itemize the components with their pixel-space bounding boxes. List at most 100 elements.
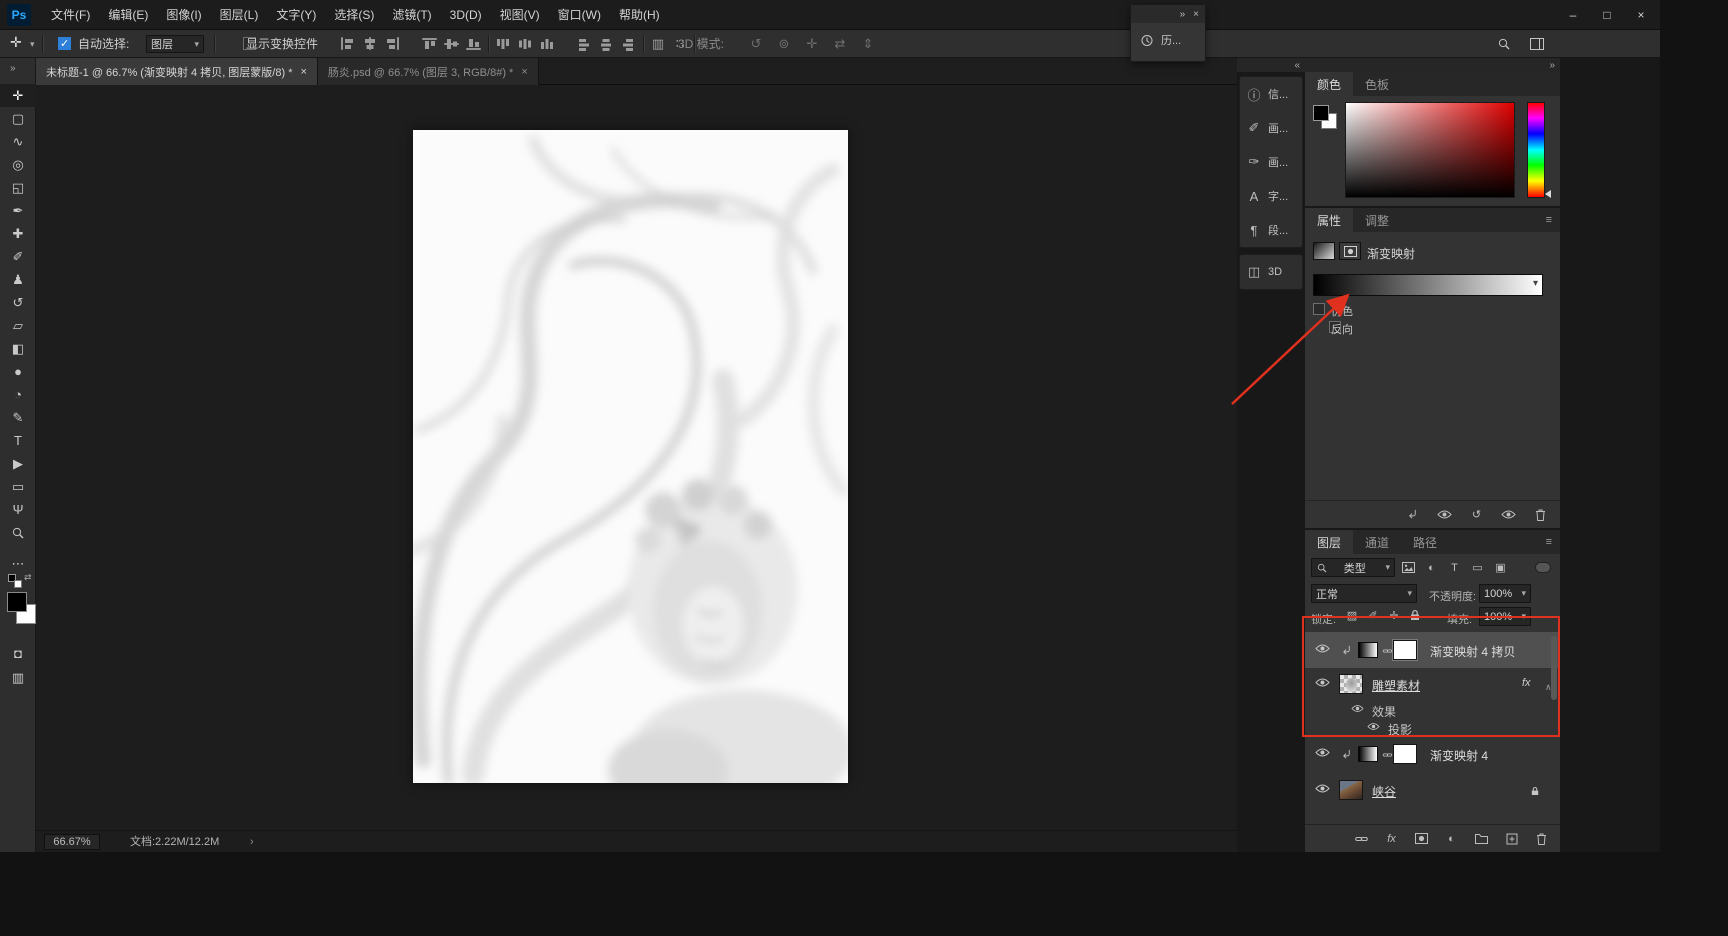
opacity-field[interactable]: 100% xyxy=(1479,584,1531,603)
layer-row-canyon[interactable]: 峡谷 xyxy=(1305,772,1560,808)
mask-link-icon[interactable] xyxy=(1382,647,1393,656)
tab-swatches[interactable]: 色板 xyxy=(1353,72,1401,96)
mini-background-swatch[interactable] xyxy=(14,580,22,588)
layer-thumbnail[interactable] xyxy=(1339,674,1363,694)
3d-scale-icon[interactable]: ⇕ xyxy=(860,34,876,54)
auto-select-target-dropdown[interactable]: 图层 xyxy=(146,35,204,53)
visibility-eye-icon[interactable] xyxy=(1315,783,1330,794)
layer-row-sculpture[interactable]: 雕塑素材 fx xyxy=(1305,668,1560,700)
3d-panel[interactable]: ◫ 3D xyxy=(1240,255,1302,289)
screen-mode-icon[interactable]: ▥ xyxy=(0,666,36,689)
close-flyout-icon[interactable]: × xyxy=(1193,9,1199,20)
layer-row-gradient-map-4[interactable]: 渐变映射 4 xyxy=(1305,736,1560,772)
document-tab-changyan[interactable]: 肠炎.psd @ 66.7% (图层 3, RGB/8#) * × xyxy=(317,58,539,85)
fill-field[interactable]: 100% xyxy=(1479,607,1531,626)
blend-mode-dropdown[interactable]: 正常 xyxy=(1311,584,1417,603)
menu-item-2[interactable]: 图像(I) xyxy=(157,0,210,30)
history-flyout-body[interactable]: 历... xyxy=(1131,23,1205,48)
zoom-tool[interactable] xyxy=(0,521,36,544)
layer-mask-thumbnail[interactable] xyxy=(1393,640,1417,660)
visibility-icon[interactable] xyxy=(1499,505,1518,524)
link-layers-icon[interactable] xyxy=(1352,829,1371,848)
adjustment-thumbnail[interactable] xyxy=(1358,746,1378,762)
new-layer-icon[interactable] xyxy=(1502,829,1521,848)
paragraph-panel[interactable]: ¶ 段... xyxy=(1240,213,1302,247)
gradient-tool[interactable]: ◧ xyxy=(0,337,36,360)
lock-all-icon[interactable] xyxy=(1408,608,1422,622)
document-tab-untitled[interactable]: 未标题-1 @ 66.7% (渐变映射 4 拷贝, 图层蒙版/8) * × xyxy=(36,58,318,85)
menu-item-3[interactable]: 图层(L) xyxy=(211,0,268,30)
dock-panel-icon[interactable]: » xyxy=(1180,9,1186,20)
align-middle-icon[interactable] xyxy=(444,34,460,54)
quick-selection-tool[interactable]: ◎ xyxy=(0,153,36,176)
adjustment-thumbnail[interactable] xyxy=(1358,642,1378,658)
quick-mask-icon[interactable]: ◘ xyxy=(0,642,36,665)
zoom-level-field[interactable]: 66.67% xyxy=(44,834,100,850)
align-left-icon[interactable] xyxy=(340,34,356,54)
collapse-panels-icon[interactable]: » xyxy=(1549,60,1554,71)
saturation-brightness-field[interactable] xyxy=(1345,102,1515,198)
distribute-middle-icon[interactable] xyxy=(517,34,533,54)
layer-name[interactable]: 峡谷 xyxy=(1372,783,1396,800)
maximize-button[interactable]: □ xyxy=(1590,0,1624,30)
menu-item-8[interactable]: 视图(V) xyxy=(491,0,549,30)
type-tool[interactable]: T xyxy=(0,429,36,452)
lock-position-icon[interactable]: ✛ xyxy=(1387,608,1401,622)
path-selection-tool[interactable]: ▶ xyxy=(0,452,36,475)
hand-tool[interactable]: Ψ xyxy=(0,498,36,521)
distribute-top-icon[interactable] xyxy=(495,34,511,54)
tab-close-icon[interactable]: × xyxy=(300,66,306,78)
distribute-right-icon[interactable] xyxy=(621,34,637,54)
eraser-tool[interactable]: ▱ xyxy=(0,314,36,337)
layer-filter-dropdown[interactable]: 类型 xyxy=(1311,558,1395,577)
previous-state-icon[interactable] xyxy=(1435,505,1454,524)
3d-roll-icon[interactable]: ⊚ xyxy=(776,34,792,54)
align-right-icon[interactable] xyxy=(384,34,400,54)
filter-type-layers-icon[interactable]: T xyxy=(1445,558,1464,577)
reset-icon[interactable]: ↺ xyxy=(1467,505,1486,524)
active-tool-icon[interactable]: ✛ xyxy=(10,34,22,51)
hue-slider-marker[interactable] xyxy=(1545,190,1551,198)
filter-toggle[interactable] xyxy=(1535,562,1551,573)
layer-thumbnail[interactable] xyxy=(1339,780,1363,800)
align-top-icon[interactable] xyxy=(422,34,438,54)
canvas-area[interactable] xyxy=(36,85,1237,830)
filter-adjustment-layers-icon[interactable]: ◐ xyxy=(1422,558,1441,577)
search-icon[interactable] xyxy=(1498,38,1510,50)
menu-item-0[interactable]: 文件(F) xyxy=(42,0,99,30)
layer-mask-thumbnail[interactable] xyxy=(1393,744,1417,764)
visibility-eye-icon[interactable] xyxy=(1315,677,1330,688)
distribute-left-icon[interactable] xyxy=(577,34,593,54)
tab-paths[interactable]: 路径 xyxy=(1401,530,1449,554)
visibility-eye-icon[interactable] xyxy=(1351,704,1364,713)
character-panel[interactable]: A 字... xyxy=(1240,179,1302,213)
menu-item-1[interactable]: 编辑(E) xyxy=(99,0,157,30)
lock-transparent-icon[interactable]: ▨ xyxy=(1345,608,1359,622)
filter-smart-objects-icon[interactable]: ▣ xyxy=(1491,558,1510,577)
layer-style-icon[interactable]: fx xyxy=(1382,829,1401,848)
crop-tool[interactable]: ◱ xyxy=(0,176,36,199)
3d-orbit-icon[interactable]: ↺ xyxy=(748,34,764,54)
status-expander-icon[interactable]: › xyxy=(250,831,254,853)
layer-name[interactable]: 渐变映射 4 拷贝 xyxy=(1430,643,1515,660)
visibility-eye-icon[interactable] xyxy=(1315,643,1330,654)
filter-shape-layers-icon[interactable]: ▭ xyxy=(1468,558,1487,577)
toolbar-collapse-icon[interactable]: » xyxy=(10,63,15,74)
layers-scrollbar[interactable] xyxy=(1551,636,1557,700)
delete-icon[interactable] xyxy=(1531,505,1550,524)
visibility-eye-icon[interactable] xyxy=(1315,747,1330,758)
history-brush-tool[interactable]: ↺ xyxy=(0,291,36,314)
tab-color[interactable]: 颜色 xyxy=(1305,72,1354,96)
menu-item-7[interactable]: 3D(D) xyxy=(441,0,491,30)
brush-tool[interactable]: ✐ xyxy=(0,245,36,268)
info-panel[interactable]: ⓘ 信... xyxy=(1240,77,1302,111)
dither-checkbox[interactable] xyxy=(1313,303,1325,315)
layer-name[interactable]: 渐变映射 4 xyxy=(1430,747,1488,764)
minimize-button[interactable]: – xyxy=(1556,0,1590,30)
layer-fx-badge[interactable]: fx xyxy=(1522,677,1531,689)
add-mask-icon[interactable] xyxy=(1412,829,1431,848)
tab-properties[interactable]: 属性 xyxy=(1305,208,1354,232)
tool-preset-caret-icon[interactable] xyxy=(30,39,35,50)
gradient-picker-caret-icon[interactable]: ▾ xyxy=(1533,278,1538,289)
tab-layers[interactable]: 图层 xyxy=(1305,530,1354,554)
